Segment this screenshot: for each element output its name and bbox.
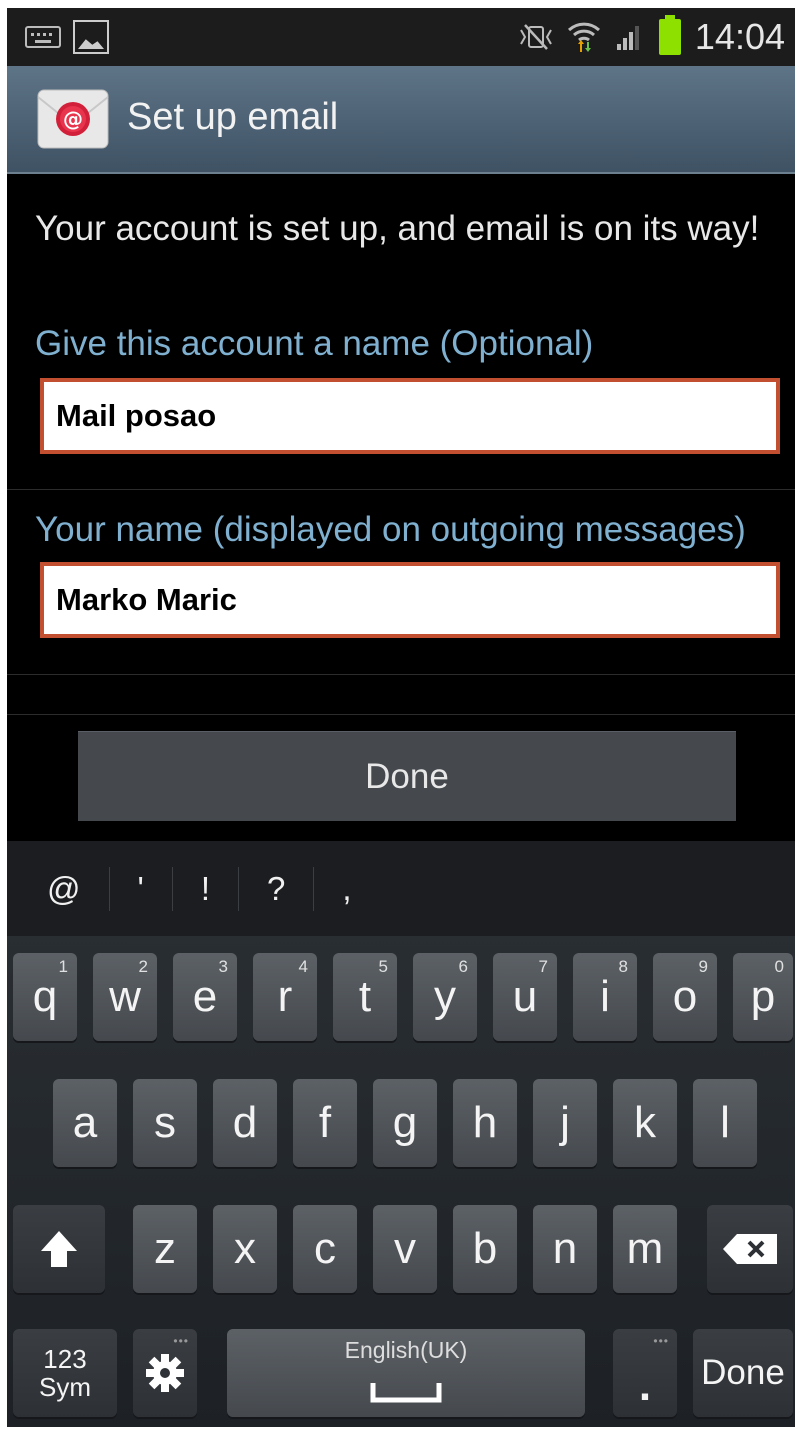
more-options-icon: ••• (653, 1334, 669, 1348)
account-name-field[interactable] (40, 378, 780, 454)
suggestion-bar: @ ' ! ? , (7, 841, 795, 936)
key-n[interactable]: n (533, 1205, 597, 1293)
key-d[interactable]: d (213, 1079, 277, 1167)
key-i[interactable]: 8i (573, 953, 637, 1041)
suggestion-comma[interactable]: , (314, 867, 379, 911)
keyboard-notification-icon (25, 26, 61, 48)
key-k[interactable]: k (613, 1079, 677, 1167)
suggestion-question[interactable]: ? (239, 866, 315, 911)
key-c[interactable]: c (293, 1205, 357, 1293)
signal-icon (616, 26, 639, 50)
status-time: 14:04 (694, 16, 785, 57)
key-p[interactable]: 0p (733, 953, 793, 1041)
key-j[interactable]: j (533, 1079, 597, 1167)
status-bar: 14:04 (7, 8, 795, 66)
settings-key[interactable]: ••• (133, 1329, 197, 1417)
key-t[interactable]: 5t (333, 953, 397, 1041)
done-button[interactable]: Done (78, 731, 736, 821)
key-r[interactable]: 4r (253, 953, 317, 1041)
divider (7, 674, 795, 675)
key-l[interactable]: l (693, 1079, 757, 1167)
key-m[interactable]: m (613, 1205, 677, 1293)
account-name-input[interactable] (44, 382, 776, 450)
key-o[interactable]: 9o (653, 953, 717, 1041)
gear-icon (146, 1354, 184, 1392)
backspace-icon (723, 1234, 777, 1264)
key-z[interactable]: z (133, 1205, 197, 1293)
key-x[interactable]: x (213, 1205, 277, 1293)
your-name-field[interactable] (40, 562, 780, 638)
key-a[interactable]: a (53, 1079, 117, 1167)
key-b[interactable]: b (453, 1205, 517, 1293)
space-bar-icon (370, 1383, 442, 1403)
wifi-icon (567, 22, 600, 52)
page-title: Set up email (127, 96, 339, 138)
email-app-icon[interactable]: @ (37, 89, 109, 149)
key-g[interactable]: g (373, 1079, 437, 1167)
battery-icon (658, 15, 681, 55)
soft-keyboard: @ ' ! ? , 1q 2w 3e 4r 5t 6y 7u 8i 9o 0p … (7, 841, 795, 1427)
key-u[interactable]: 7u (493, 953, 557, 1041)
backspace-key[interactable] (707, 1205, 793, 1293)
key-q[interactable]: 1q (13, 953, 77, 1041)
image-notification-icon (73, 20, 109, 54)
keyboard-done-key[interactable]: Done (693, 1329, 793, 1417)
key-v[interactable]: v (373, 1205, 437, 1293)
period-key[interactable]: ••• . (613, 1329, 677, 1417)
divider (7, 714, 795, 715)
svg-text:@: @ (63, 107, 83, 131)
mute-vibrate-icon (520, 24, 552, 50)
shift-key[interactable] (13, 1205, 105, 1293)
phone-screen: 14:04 @ Set up email Your account is set… (7, 8, 795, 1427)
your-name-label: Your name (displayed on outgoing message… (35, 510, 746, 549)
key-w[interactable]: 2w (93, 953, 157, 1041)
key-h[interactable]: h (453, 1079, 517, 1167)
action-bar: @ Set up email (7, 66, 795, 174)
suggestion-apostrophe[interactable]: ' (110, 866, 173, 911)
suggestion-at[interactable]: @ (7, 866, 110, 911)
more-options-icon: ••• (173, 1334, 189, 1348)
key-y[interactable]: 6y (413, 953, 477, 1041)
key-s[interactable]: s (133, 1079, 197, 1167)
shift-arrow-icon (41, 1231, 77, 1267)
your-name-input[interactable] (44, 566, 776, 634)
divider (7, 489, 795, 490)
suggestion-exclamation[interactable]: ! (173, 866, 239, 911)
key-f[interactable]: f (293, 1079, 357, 1167)
keyboard-language-label: English(UK) (344, 1337, 468, 1363)
account-name-label: Give this account a name (Optional) (35, 324, 594, 363)
key-e[interactable]: 3e (173, 953, 237, 1041)
sym-key[interactable]: 123 Sym (13, 1329, 117, 1417)
setup-complete-message: Your account is set up, and email is on … (35, 209, 760, 248)
space-key[interactable]: English(UK) (227, 1329, 585, 1417)
